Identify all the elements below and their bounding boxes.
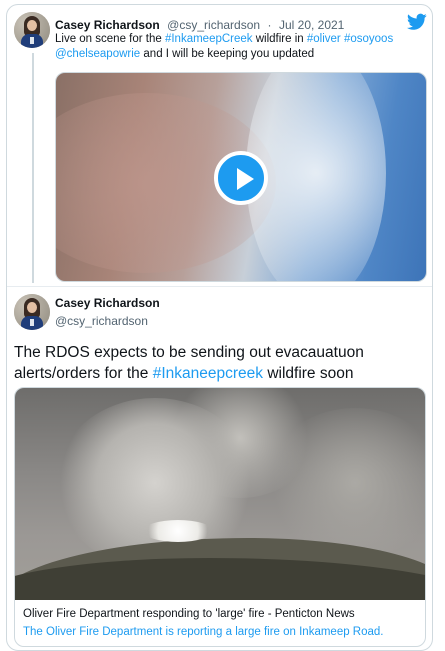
twitter-bird-icon[interactable]: [407, 13, 427, 31]
text-segment: and I will be keeping you updated: [140, 48, 315, 60]
meta-separator: ·: [267, 18, 272, 32]
author-name[interactable]: Casey Richardson: [55, 296, 160, 310]
hashtag-link[interactable]: #osoyoos: [344, 33, 393, 45]
video-thumbnail[interactable]: [55, 72, 427, 282]
author-handle[interactable]: @csy_richardson: [55, 314, 160, 328]
link-card-title[interactable]: Oliver Fire Department responding to 'la…: [23, 608, 418, 620]
text-segment: wildfire in: [252, 33, 307, 45]
tweet-divider: [7, 286, 432, 287]
tweet-text: The RDOS expects to be sending out evaca…: [14, 342, 426, 384]
mention-link[interactable]: @chelseapowrie: [55, 48, 140, 60]
play-icon[interactable]: [214, 151, 268, 205]
link-preview-card[interactable]: Oliver Fire Department responding to 'la…: [14, 387, 426, 647]
author-avatar[interactable]: [14, 12, 50, 48]
author-avatar[interactable]: [14, 294, 50, 330]
hashtag-link[interactable]: #oliver: [307, 33, 341, 45]
link-card-description[interactable]: The Oliver Fire Department is reporting …: [23, 626, 418, 638]
author-handle[interactable]: @csy_richardson: [167, 18, 260, 32]
text-segment: Live on scene for the: [55, 33, 165, 45]
text-segment: wildfire soon: [263, 365, 354, 382]
hashtag-link[interactable]: #Inkaneepcreek: [153, 365, 263, 382]
tweet-date[interactable]: Jul 20, 2021: [279, 18, 344, 32]
embedded-tweet-card: Casey Richardson @csy_richardson · Jul 2…: [6, 4, 433, 651]
hashtag-link[interactable]: #InkameepCreek: [165, 33, 253, 45]
thread-connector-line: [32, 53, 34, 283]
tweet-text: Live on scene for the #InkameepCreek wil…: [55, 32, 425, 62]
tweet-header: Casey Richardson @csy_richardson: [55, 296, 160, 328]
author-name[interactable]: Casey Richardson: [55, 18, 160, 32]
wildfire-photo: [15, 388, 425, 600]
